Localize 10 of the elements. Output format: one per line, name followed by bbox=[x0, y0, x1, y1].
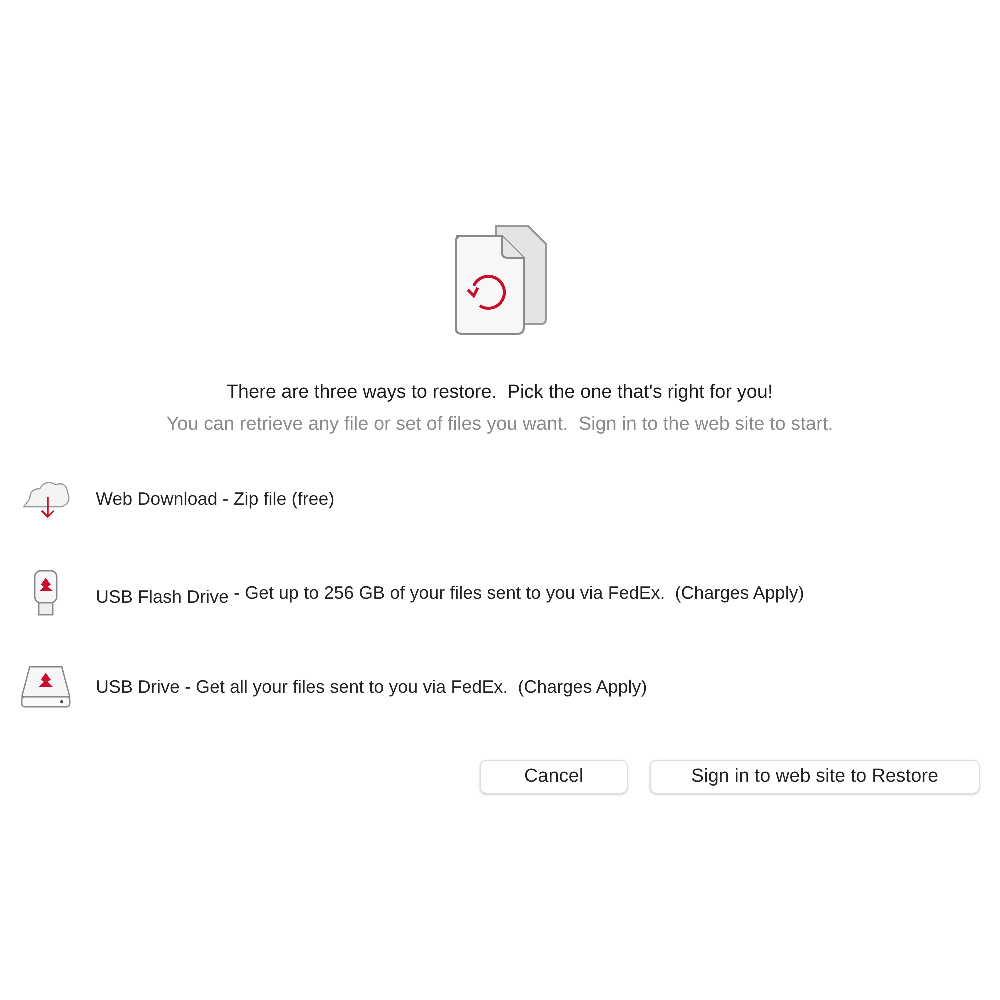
subheading: You can retrieve any file or set of files you want. Sign in to the web site to start. bbox=[166, 414, 834, 436]
option-description: - Get up to 256 GB of your files sent to you via FedEx. (Charges Apply) bbox=[233, 582, 804, 602]
option-name: USB Flash Drive bbox=[96, 586, 230, 606]
option-description: - Zip file (free) bbox=[222, 488, 335, 508]
option-name: USB Drive bbox=[96, 676, 180, 696]
sign-in-button[interactable]: Sign in to web site to Restore bbox=[650, 760, 980, 794]
option-description: - Get all your files sent to you via FedEx. (Charges Apply) bbox=[184, 676, 648, 696]
cancel-button[interactable]: Cancel bbox=[480, 760, 628, 794]
heading: There are three ways to restore. Pick the one that's right for you! bbox=[226, 382, 774, 404]
option-name: Web Download bbox=[96, 488, 218, 508]
